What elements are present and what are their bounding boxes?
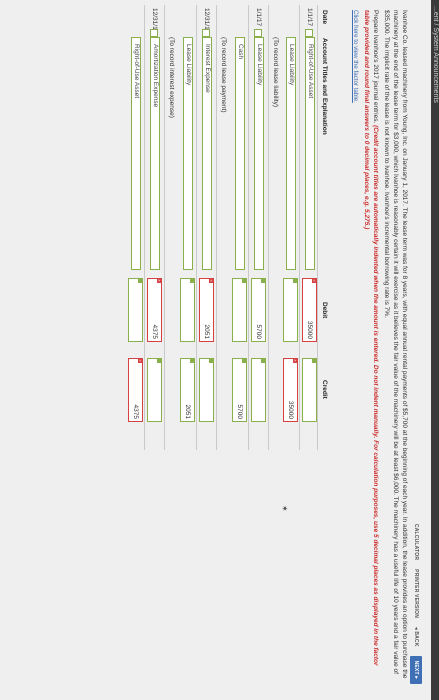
entry1-credit-value: 35000: [287, 400, 294, 419]
top-bar: ...ent / System Announcements: [431, 0, 439, 700]
entry3-debit-value: 2051: [203, 324, 210, 339]
entry1-debit-amount[interactable]: × 35000: [302, 278, 317, 342]
entry1-credit-account[interactable]: Lease Liability: [286, 37, 296, 270]
account-header: Account Titles and Explanation: [321, 38, 328, 135]
entry1-explanation: (To record lease liability): [272, 37, 279, 108]
entry-divider: [216, 5, 217, 450]
entry2-debit-amount[interactable]: 5700: [251, 278, 266, 342]
valid-icon: [138, 278, 143, 283]
valid-icon: [190, 358, 195, 363]
row-divider: [248, 5, 249, 450]
entry3-credit-amount[interactable]: [199, 358, 214, 422]
entry4-credit-value: 4375: [132, 404, 139, 419]
entry1-row2-debit-amount[interactable]: [283, 278, 298, 342]
entry1-indent-toggle[interactable]: [305, 29, 313, 37]
entry2-debit-value: 5700: [255, 324, 262, 339]
top-nav: CALCULATOR PRINTER VERSION ◂ BACK NEXT ▸: [410, 524, 422, 684]
entry1-debit-account[interactable]: Right-of-Use Asset: [305, 37, 315, 270]
entry4-debit-amount[interactable]: × 4375: [147, 278, 162, 342]
back-link[interactable]: ◂ BACK: [413, 627, 419, 647]
instructions: Prepare Ivanhoe's 2017 journal entries. …: [362, 10, 380, 682]
date-header: Date: [321, 10, 328, 25]
entry2-row2-credit-amount[interactable]: 5700: [232, 358, 247, 422]
entry3-credit-value: 2051: [184, 404, 191, 419]
row-divider: [144, 5, 145, 450]
entry4-row2-credit-amount[interactable]: × 4375: [128, 358, 143, 422]
entry1-row2-credit-amount[interactable]: × 35000: [283, 358, 298, 422]
entry2-indent-toggle[interactable]: [254, 29, 262, 37]
entry4-debit-value: 4375: [151, 324, 158, 339]
valid-icon: [209, 358, 214, 363]
entry3-credit-account[interactable]: Lease Liability: [183, 37, 193, 270]
entry2-credit-value: 5700: [236, 404, 243, 419]
valid-icon: [261, 358, 266, 363]
valid-icon: [242, 358, 247, 363]
calculator-link[interactable]: CALCULATOR: [413, 524, 419, 560]
entry4-credit-amount[interactable]: [147, 358, 162, 422]
valid-icon: [190, 278, 195, 283]
entry2-explanation: (To record lease payment): [220, 37, 227, 113]
printer-version-link[interactable]: PRINTER VERSION: [413, 569, 419, 618]
valid-icon: [312, 358, 317, 363]
entry3-row2-debit-amount[interactable]: [180, 278, 195, 342]
row-divider: [196, 5, 197, 450]
valid-icon: [261, 278, 266, 283]
header-divider: [317, 5, 318, 450]
entry2-debit-account[interactable]: Lease Liability: [254, 37, 264, 270]
invalid-icon: ×: [138, 358, 143, 363]
entry4-debit-account[interactable]: Amortization Expense: [150, 37, 160, 270]
debit-header: Debit: [321, 302, 328, 319]
entry2-credit-account[interactable]: Cash: [235, 37, 245, 270]
entry1-debit-value: 35000: [306, 320, 313, 339]
entry2-credit-amount[interactable]: [251, 358, 266, 422]
invalid-icon: ×: [209, 278, 214, 283]
entry4-indent-toggle[interactable]: [150, 29, 158, 37]
entry3-indent-toggle[interactable]: [202, 29, 210, 37]
valid-icon: [242, 278, 247, 283]
factor-table-link[interactable]: Click here to view the factor table.: [352, 10, 359, 103]
instructions-text: Prepare Ivanhoe's 2017 journal entries.: [372, 10, 379, 124]
entry4-credit-account[interactable]: Right-of-Use Asset: [131, 37, 141, 270]
invalid-icon: ×: [157, 278, 162, 283]
entry1-credit-amount[interactable]: [302, 358, 317, 422]
invalid-icon: ×: [312, 278, 317, 283]
entry3-debit-account[interactable]: Interest Expense: [202, 37, 212, 270]
entry1-date: 1/1/17: [306, 8, 313, 27]
cursor-star-icon: ✶: [280, 505, 289, 512]
entry-divider: [268, 5, 269, 450]
valid-icon: [293, 278, 298, 283]
entry2-date: 1/1/17: [255, 8, 262, 27]
next-button[interactable]: NEXT ▸: [410, 655, 422, 684]
valid-icon: [157, 358, 162, 363]
credit-header: Credit: [321, 380, 328, 399]
top-bar-label: ...ent / System Announcements: [432, 6, 439, 103]
entry2-row2-debit-amount[interactable]: [232, 278, 247, 342]
entry3-row2-credit-amount[interactable]: 2051: [180, 358, 195, 422]
problem-text: Ivanhoe Co. leased machinery from Young,…: [383, 10, 408, 679]
entry-divider: [164, 5, 165, 450]
entry3-explanation: (To record interest expense): [168, 37, 175, 118]
invalid-icon: ×: [293, 358, 298, 363]
page: ...ent / System Announcements CALCULATOR…: [0, 0, 439, 700]
row-divider: [299, 5, 300, 450]
problem-statement: Ivanhoe Co. leased machinery from Young,…: [349, 10, 409, 682]
entry4-row2-debit-amount[interactable]: [128, 278, 143, 342]
entry3-debit-amount[interactable]: × 2051: [199, 278, 214, 342]
